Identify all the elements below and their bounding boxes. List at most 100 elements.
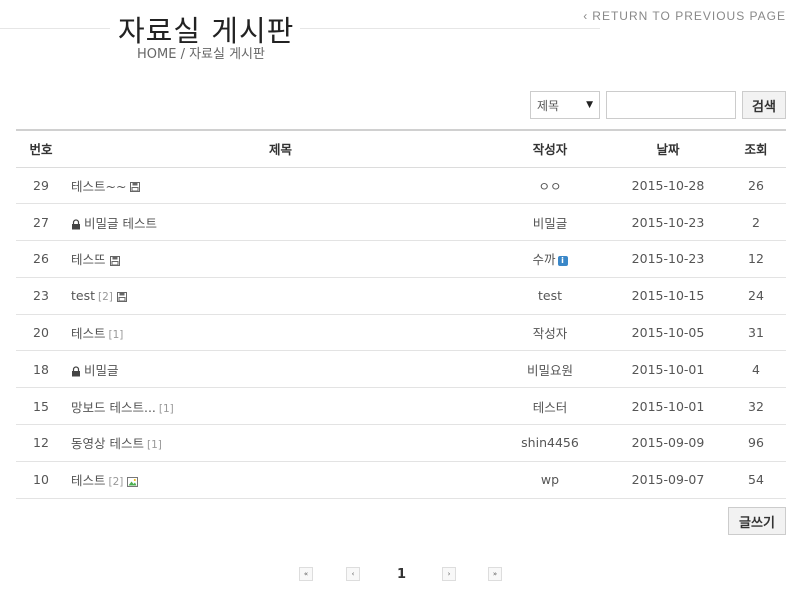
row-views: 24 [726,277,786,315]
floppy-disk-icon [116,291,127,302]
table-row[interactable]: 23 test [2] test 2015-10-15 24 [16,277,786,315]
comment-count: [1] [158,402,174,415]
post-title-link[interactable]: 비밀글 [84,363,119,378]
row-date: 2015-09-09 [610,424,726,462]
breadcrumb: HOME / 자료실 게시판 [137,47,265,62]
search-button[interactable]: 검색 [742,91,786,119]
row-author: 테스터 [490,387,610,426]
row-number: 12 [16,424,66,462]
return-link-label: RETURN TO PREVIOUS PAGE [592,9,786,23]
row-title-cell: 비밀글 테스트 [66,203,490,242]
prev-page-button[interactable]: ‹ [346,567,360,581]
row-views: 12 [726,240,786,278]
row-views: 2 [726,203,786,242]
row-number: 15 [16,387,66,426]
search-bar: 제목 ▼ 검색 [530,91,786,119]
row-views: 31 [726,314,786,352]
row-author: 작성자 [490,314,610,352]
table-row[interactable]: 15 망보드 테스트... [1] 테스터 2015-10-01 32 [16,387,786,426]
header-line-left [0,28,110,29]
comment-count: [1] [146,439,162,452]
row-title-cell: 테스트 [1] [66,314,490,352]
last-page-button[interactable]: » [488,567,502,581]
row-author: shin4456 [490,424,610,462]
header-number: 번호 [29,142,53,158]
row-author-cell: 수까 i [490,240,610,278]
floppy-disk-icon [130,182,141,193]
row-date: 2015-10-05 [610,314,726,352]
row-date: 2015-10-23 [610,203,726,242]
row-views: 26 [726,167,786,205]
row-views: 32 [726,387,786,426]
post-title-link[interactable]: 망보드 테스트... [71,400,156,415]
comment-count: [2] [108,476,124,489]
return-link[interactable]: ‹ RETURN TO PREVIOUS PAGE [583,9,786,23]
post-title-link[interactable]: 테스트 [71,473,106,488]
search-input[interactable] [606,91,736,119]
row-date: 2015-10-15 [610,277,726,315]
row-number: 23 [16,277,66,315]
post-title-link[interactable]: 테스뜨 [71,252,106,267]
row-date: 2015-10-01 [610,387,726,426]
table-row[interactable]: 10 테스트 [2] wp 2015-09-07 54 [16,461,786,499]
info-badge-icon: i [557,255,568,266]
row-author: 수까 [532,252,556,268]
row-views: 4 [726,350,786,389]
table-row[interactable]: 12 동영상 테스트 [1] shin4456 2015-09-09 96 [16,424,786,462]
chevron-left-icon: ‹ [583,9,589,23]
row-number: 26 [16,240,66,278]
row-number: 18 [16,350,66,389]
lock-icon [72,219,80,230]
row-number: 10 [16,461,66,499]
header-date: 날짜 [656,142,680,158]
row-title-cell: 테스뜨 [66,240,490,278]
row-date: 2015-10-28 [610,167,726,205]
floppy-disk-icon [109,255,120,266]
image-icon [127,476,139,487]
row-title-cell: 망보드 테스트... [1] [66,387,490,426]
table-row[interactable]: 20 테스트 [1] 작성자 2015-10-05 31 [16,314,786,352]
table-header-row: 번호 제목 작성자 날짜 조회 [16,130,786,167]
row-author: test [490,277,610,315]
row-author: 비밀요원 [490,350,610,389]
pagination: « ‹ 1 › » [0,567,799,583]
row-title-cell: 비밀글 [66,350,490,389]
table-row[interactable]: 27 비밀글 테스트 비밀글 2015-10-23 2 [16,203,786,242]
table-row[interactable]: 18 비밀글 비밀요원 2015-10-01 4 [16,350,786,389]
row-title-cell: 테스트 [2] [66,461,490,499]
row-date: 2015-10-01 [610,350,726,389]
table-row[interactable]: 26 테스뜨 수까 i 2015-10-23 12 [16,240,786,278]
lock-icon [72,366,80,377]
post-title-link[interactable]: 테스트 [71,326,106,341]
write-post-button[interactable]: 글쓰기 [728,507,786,535]
header-title: 제목 [268,142,292,158]
chevron-down-icon: ▼ [586,100,593,110]
row-number: 27 [16,203,66,242]
current-page[interactable]: 1 [397,567,406,582]
board-table: 번호 제목 작성자 날짜 조회 29 테스트~~ ㅇㅇ 2015-10-28 2… [16,129,786,499]
row-date: 2015-10-23 [610,240,726,278]
row-views: 54 [726,461,786,499]
first-page-button[interactable]: « [299,567,313,581]
next-page-button[interactable]: › [442,567,456,581]
row-number: 20 [16,314,66,352]
row-author: 비밀글 [490,203,610,242]
row-number: 29 [16,167,66,205]
table-row[interactable]: 29 테스트~~ ㅇㅇ 2015-10-28 26 [16,167,786,205]
comment-count: [2] [98,291,113,304]
post-title-link[interactable]: 동영상 테스트 [71,436,144,451]
comment-count: [1] [108,329,124,342]
post-title-link[interactable]: 비밀글 테스트 [84,216,157,231]
row-author: ㅇㅇ [490,167,610,205]
row-date: 2015-09-07 [610,461,726,499]
post-title-link[interactable]: test [71,288,95,303]
row-views: 96 [726,424,786,462]
search-field-select[interactable]: 제목 ▼ [530,91,600,119]
search-field-select-value: 제목 [537,98,560,113]
header-views: 조회 [744,142,768,158]
row-title-cell: 동영상 테스트 [1] [66,424,490,462]
row-title-cell: test [2] [66,277,490,315]
post-title-link[interactable]: 테스트~~ [71,179,126,194]
header-line-right [300,28,600,29]
header-author: 작성자 [532,142,568,158]
